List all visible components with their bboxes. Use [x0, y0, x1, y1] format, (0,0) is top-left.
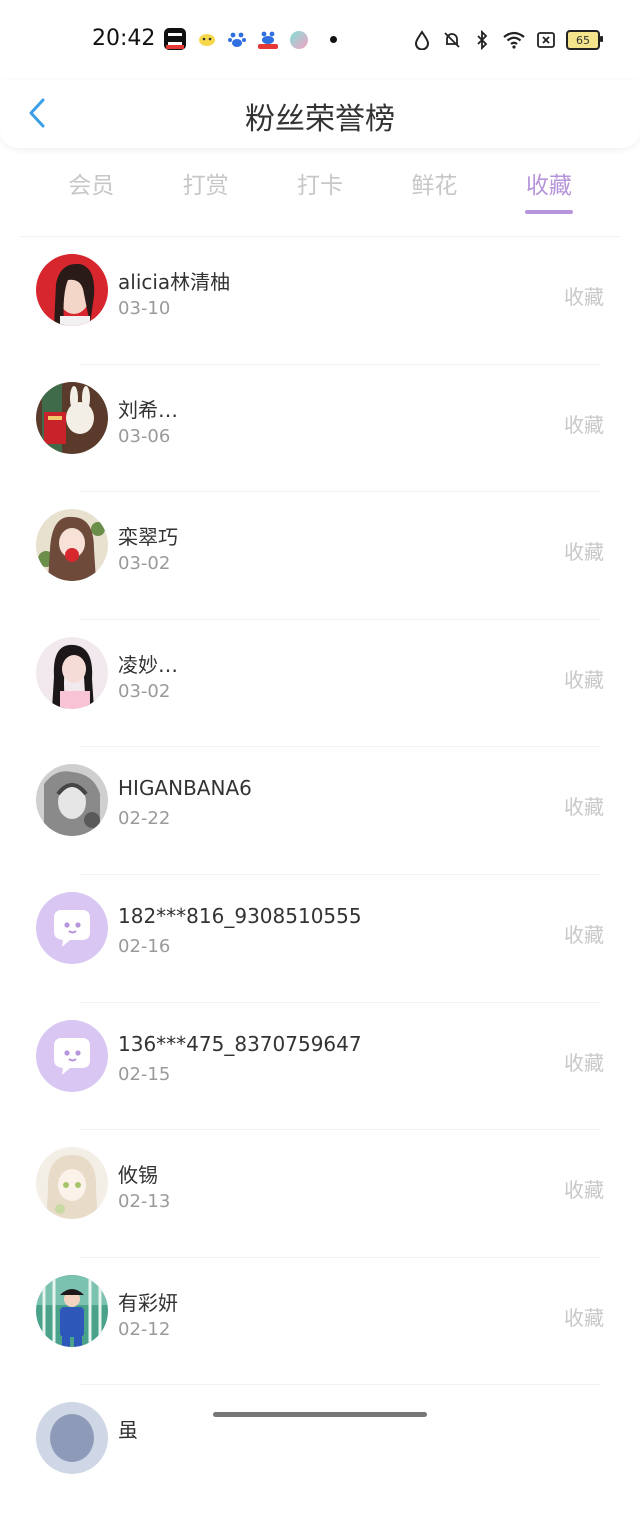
list-item[interactable]: alicia林清柚 03-10 收藏 [0, 237, 640, 365]
avatar[interactable] [36, 381, 108, 454]
baidu-map-icon [256, 28, 278, 50]
app-header: 粉丝荣誉榜 [0, 80, 640, 148]
battery-level: 65 [576, 33, 590, 47]
avatar[interactable] [36, 764, 108, 837]
list-item[interactable]: 182***816_9308510555 02-16 收藏 [0, 875, 640, 1003]
avatar[interactable] [36, 1274, 108, 1347]
fan-name: 刘希… [118, 397, 178, 422]
fan-name: alicia林清柚 [118, 270, 231, 294]
fan-date: 02-16 [118, 935, 171, 957]
list-item[interactable]: 刘希… 03-06 收藏 [0, 365, 640, 493]
favorite-label[interactable]: 收藏 [564, 1302, 604, 1331]
tab-bar: 会员 打赏 打卡 鲜花 收藏 [34, 160, 606, 220]
drop-icon [412, 30, 432, 50]
battery-indicator: 65 [566, 30, 603, 50]
fan-name: 虽 [118, 1418, 138, 1443]
circle-app-icon [290, 31, 308, 49]
favorite-label[interactable]: 收藏 [564, 1047, 604, 1076]
chat-bubble-icon [36, 1019, 108, 1092]
avatar[interactable] [36, 636, 108, 709]
fan-date: 02-15 [118, 1063, 171, 1085]
favorite-label[interactable]: 收藏 [564, 1174, 604, 1203]
avatar[interactable] [36, 1147, 108, 1220]
fan-name: 有彩妍 [118, 1290, 178, 1315]
tab-member[interactable]: 会员 [34, 160, 148, 220]
default-avatar[interactable] [36, 1019, 108, 1092]
favorite-label[interactable]: 收藏 [564, 791, 604, 820]
tab-tip[interactable]: 打赏 [148, 160, 262, 220]
list-item[interactable]: 栾翠巧 03-02 收藏 [0, 492, 640, 620]
fan-date: 03-06 [118, 425, 171, 447]
fan-date: 03-02 [118, 680, 171, 702]
fan-date: 02-13 [118, 1191, 171, 1213]
emoji-app-icon [196, 28, 218, 50]
fan-date: 02-22 [118, 808, 171, 830]
favorite-label[interactable]: 收藏 [564, 409, 604, 438]
tab-checkin[interactable]: 打卡 [263, 160, 377, 220]
tab-active-indicator [524, 210, 573, 214]
fan-date: 02-12 [118, 1318, 171, 1340]
avatar[interactable] [36, 1402, 108, 1475]
list-item[interactable]: 虽 [0, 1385, 640, 1513]
favorite-label[interactable]: 收藏 [564, 281, 604, 310]
sim-off-icon [536, 30, 556, 50]
default-avatar[interactable] [36, 891, 108, 964]
list-item[interactable]: 凌妙… 03-02 收藏 [0, 620, 640, 748]
favorite-label[interactable]: 收藏 [564, 919, 604, 948]
fan-name: 182***816_9308510555 [118, 903, 362, 928]
list-item[interactable]: 136***475_8370759647 02-15 收藏 [0, 1003, 640, 1131]
tab-favorite[interactable]: 收藏 [492, 160, 606, 220]
favorite-label[interactable]: 收藏 [564, 664, 604, 693]
capcut-icon [164, 28, 186, 50]
list-item[interactable]: 攸锡 02-13 收藏 [0, 1130, 640, 1258]
status-time: 20:42 [92, 26, 156, 51]
page-title: 粉丝荣誉榜 [245, 102, 395, 137]
home-indicator[interactable] [213, 1412, 427, 1417]
bell-off-icon [442, 30, 462, 50]
list-item[interactable]: 有彩妍 02-12 收藏 [0, 1258, 640, 1386]
chat-bubble-icon [36, 891, 108, 964]
avatar[interactable] [36, 254, 108, 326]
avatar[interactable] [36, 509, 108, 582]
tab-flower[interactable]: 鲜花 [377, 160, 491, 220]
favorite-label[interactable]: 收藏 [564, 536, 604, 565]
wifi-icon [502, 30, 526, 50]
fan-name: 136***475_8370759647 [118, 1031, 362, 1056]
fan-list: alicia林清柚 03-10 收藏 刘希… 03-06 收藏 栾翠巧 03-0… [0, 237, 640, 1513]
bluetooth-icon [472, 30, 492, 50]
fan-date: 03-10 [118, 298, 171, 319]
list-item[interactable]: HIGANBANA6 02-22 收藏 [0, 747, 640, 875]
baidu-icon [226, 28, 248, 50]
fan-name: 攸锡 [118, 1163, 158, 1188]
status-bar: 20:42 65 [0, 0, 640, 80]
fan-name: HIGANBANA6 [118, 776, 252, 801]
notification-dot [330, 36, 337, 43]
fan-name: 栾翠巧 [118, 525, 178, 550]
fan-name: 凌妙… [118, 652, 178, 677]
fan-date: 03-02 [118, 553, 171, 575]
